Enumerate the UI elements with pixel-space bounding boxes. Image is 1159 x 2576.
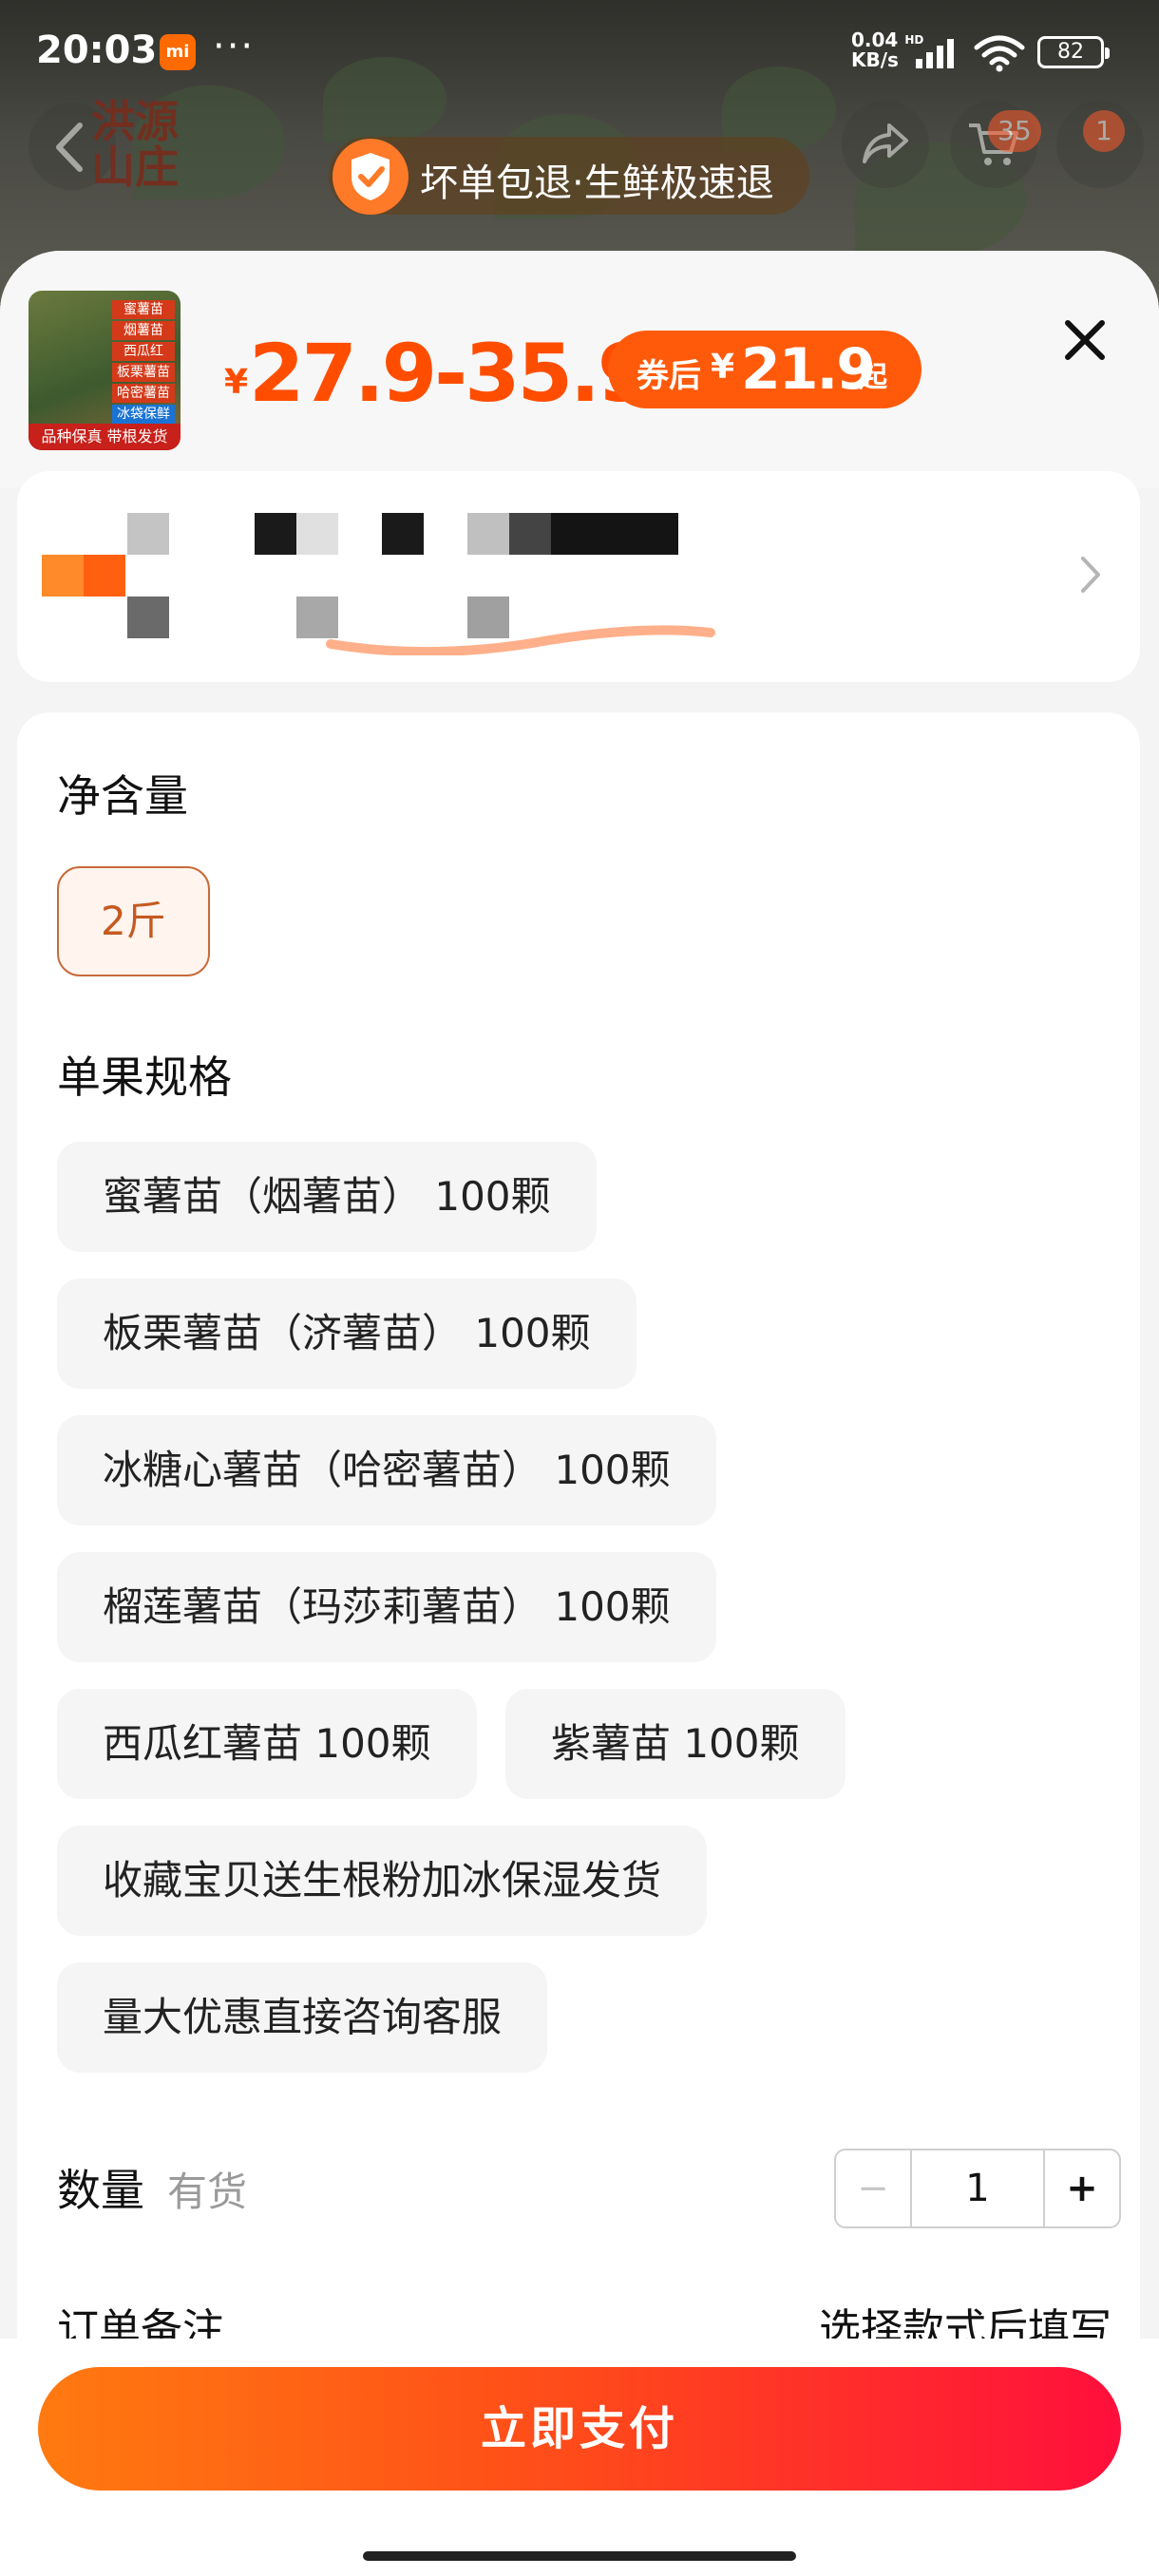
spec-title: 单果规格	[57, 1051, 232, 1103]
coupon-price-badge: 券后 ¥ 21.9 起	[608, 331, 922, 408]
shop-logo: 洪源 山庄	[91, 99, 196, 194]
quantity-plus-button[interactable]: +	[1043, 2150, 1119, 2226]
shipping-address-card[interactable]	[17, 471, 1140, 682]
share-icon	[863, 123, 908, 163]
spec-option[interactable]: 收藏宝贝送生根粉加冰保湿发货	[57, 1826, 708, 1936]
thumb-tag: 哈密薯苗	[112, 384, 175, 403]
spec-option[interactable]: 榴莲薯苗（玛莎莉薯苗） 100颗	[57, 1552, 716, 1662]
quantity-label: 数量	[57, 2165, 144, 2216]
shield-check-icon	[332, 139, 408, 215]
quantity-stepper: − 1 +	[834, 2149, 1121, 2228]
message-count-badge: 1	[1083, 110, 1125, 152]
mi-app-icon: mi	[160, 34, 196, 70]
sku-options-card: 净含量 2斤 单果规格 蜜薯苗（烟薯苗） 100颗 板栗薯苗（济薯苗） 100颗…	[17, 712, 1140, 2576]
share-button[interactable]	[842, 101, 929, 188]
wifi-icon	[974, 35, 1025, 72]
guarantee-banner: 坏单包退·生鲜极速退	[329, 137, 809, 215]
stock-status: 有货	[167, 2169, 248, 2215]
spec-option[interactable]: 板栗薯苗（济薯苗） 100颗	[57, 1279, 636, 1389]
cellular-signal-icon	[916, 39, 954, 68]
network-speed-unit: KB/s	[851, 48, 899, 71]
status-bar: 20:03 mi ··· 0.04 HD KB/s 82	[0, 0, 1159, 104]
thumb-tag: 冰袋保鲜	[112, 405, 175, 424]
pay-now-button[interactable]: 立即支付	[38, 2367, 1121, 2491]
thumb-tag: 蜜薯苗	[112, 300, 175, 319]
spec-option[interactable]: 紫薯苗 100颗	[505, 1689, 846, 1799]
coupon-price: 21.9	[741, 336, 876, 403]
product-thumbnail[interactable]: 蜜薯苗 烟薯苗 西瓜红 板栗薯苗 哈密薯苗 冰袋保鲜 品种保真 带根发货	[28, 291, 180, 450]
coupon-currency: ¥	[711, 348, 735, 387]
battery-indicator: 82	[1037, 36, 1110, 68]
status-time: 20:03	[36, 28, 158, 72]
thumb-tag: 西瓜红	[112, 342, 175, 361]
spec-option[interactable]: 西瓜红薯苗 100颗	[57, 1689, 477, 1799]
redacted-address	[127, 513, 169, 555]
quantity-minus-button[interactable]: −	[836, 2150, 912, 2226]
spec-option[interactable]: 冰糖心薯苗（哈密薯苗） 100颗	[57, 1415, 716, 1525]
quantity-row: 数量 有货 − 1 +	[57, 2149, 1121, 2228]
thumb-tag: 烟薯苗	[112, 321, 175, 340]
home-indicator[interactable]	[363, 2551, 796, 2561]
close-icon[interactable]	[1054, 310, 1115, 370]
guarantee-text: 坏单包退·生鲜极速退	[420, 161, 774, 205]
thumb-tag: 板栗薯苗	[112, 363, 175, 382]
more-notifications-icon: ···	[213, 25, 256, 68]
spec-option[interactable]: 蜜薯苗（烟薯苗） 100颗	[57, 1142, 597, 1252]
bottom-action-bar: 立即支付	[0, 2339, 1159, 2576]
cart-count-badge: 35	[988, 110, 1041, 152]
coupon-suffix: 起	[859, 361, 887, 394]
spec-option[interactable]: 量大优惠直接咨询客服	[57, 1962, 548, 2073]
net-weight-option[interactable]: 2斤	[57, 866, 210, 976]
network-speed: 0.04 HD KB/s	[851, 30, 923, 70]
coupon-prefix: 券后	[636, 357, 701, 395]
sku-selection-sheet: 蜜薯苗 烟薯苗 西瓜红 板栗薯苗 哈密薯苗 冰袋保鲜 品种保真 带根发货 ¥ 2…	[0, 251, 1159, 2576]
net-weight-title: 净含量	[57, 770, 188, 822]
back-arrow-icon	[56, 123, 83, 172]
shop-logo-text: 洪源 山庄	[91, 96, 179, 193]
price-currency: ¥	[224, 363, 249, 402]
sheet-header: 蜜薯苗 烟薯苗 西瓜红 板栗薯苗 哈密薯苗 冰袋保鲜 品种保真 带根发货 ¥ 2…	[0, 251, 1159, 488]
quantity-input[interactable]: 1	[912, 2150, 1043, 2226]
price-range: 27.9-35.9	[249, 327, 653, 420]
chevron-right-icon	[1081, 557, 1100, 593]
thumb-footer: 品种保真 带根发货	[28, 424, 180, 450]
